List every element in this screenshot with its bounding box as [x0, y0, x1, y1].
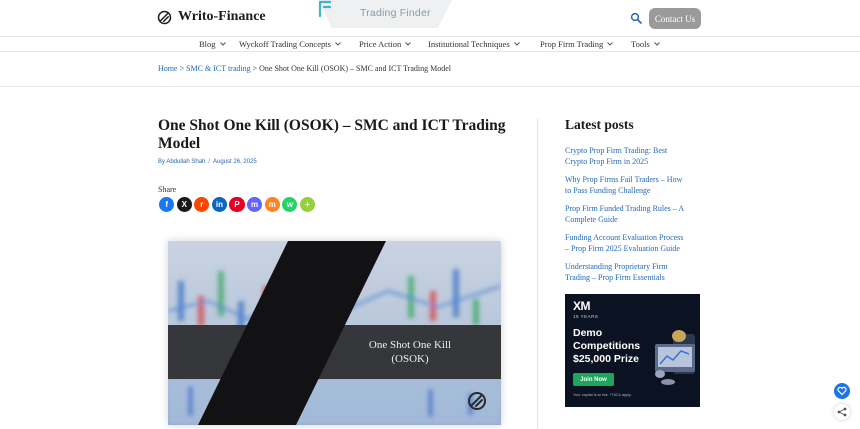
- ad-brand-logo: XM: [573, 299, 591, 313]
- x-icon: X: [181, 199, 187, 209]
- more-share-button[interactable]: +: [299, 197, 316, 213]
- facebook-icon: f: [165, 199, 168, 209]
- breadcrumb-current: One Shot One Kill (OSOK) – SMC and ICT T…: [259, 64, 451, 73]
- xm-advertisement[interactable]: XM 15 YEARS Demo Competitions $25,000 Pr…: [565, 294, 700, 407]
- featured-image: [168, 241, 501, 425]
- ad-headline: Demo Competitions $25,000 Prize: [573, 327, 668, 366]
- breadcrumb-category-link[interactable]: SMC & ICT trading: [186, 64, 251, 73]
- mastodon-icon: m: [251, 199, 259, 209]
- linkedin-icon: in: [215, 199, 223, 209]
- featured-image-art: [168, 241, 501, 425]
- share-fab-button[interactable]: [834, 404, 850, 420]
- ad-headline-line: Competitions: [573, 340, 641, 352]
- nav-item-label: Tools: [631, 39, 650, 49]
- ad-disclaimer: Your capital is at risk. *T&Cs apply.: [573, 393, 632, 397]
- nav-item-institutional[interactable]: Institutional Techniques: [428, 39, 520, 49]
- post-title-line: Why Prop Firms Fail Traders – How: [565, 175, 683, 184]
- article-title: One Shot One Kill (OSOK) – SMC and ICT T…: [158, 117, 506, 152]
- chevron-down-icon: [653, 42, 660, 46]
- caption-line-1: One Shot One Kill: [368, 339, 452, 351]
- post-title-line: Complete Guide: [565, 215, 618, 224]
- publish-date: August 26, 2025: [213, 159, 257, 165]
- post-title-line: – Prop Firm 2025 Evaluation Guide: [565, 244, 680, 253]
- latest-post-link[interactable]: Funding Account Evaluation Process – Prop…: [565, 232, 705, 254]
- mix-share-button[interactable]: m: [264, 197, 280, 213]
- reddit-share-button[interactable]: r: [194, 197, 210, 213]
- post-title-line: Crypto Prop Firm in 2025: [565, 157, 649, 166]
- sidebar-divider: [537, 118, 538, 429]
- reddit-icon: r: [200, 199, 204, 209]
- main-navigation: Blog Wyckoff Trading Concepts Price Acti…: [0, 36, 860, 52]
- more-icon: +: [305, 199, 310, 209]
- caption-line-2: (OSOK): [391, 353, 429, 365]
- join-now-button[interactable]: Join Now: [573, 373, 614, 386]
- whatsapp-share-button[interactable]: w: [282, 197, 298, 213]
- post-title-line: Funding Account Evaluation Process: [565, 233, 684, 242]
- ad-headline-line: Demo: [573, 327, 603, 339]
- heart-icon: [837, 386, 847, 396]
- chevron-down-icon: [335, 42, 341, 46]
- share-buttons: f X r in P m m w +: [159, 197, 316, 213]
- post-title-line: to Pass Funding Challenge: [565, 186, 651, 195]
- breadcrumb-home-link[interactable]: Home: [158, 64, 178, 73]
- ad-years-text: 15 YEARS: [573, 314, 599, 319]
- latest-post-link[interactable]: Why Prop Firms Fail Traders – How to Pass…: [565, 174, 705, 196]
- nav-item-price-action[interactable]: Price Action: [359, 39, 412, 49]
- facebook-share-button[interactable]: f: [159, 197, 175, 213]
- badge-text: Trading Finder: [360, 7, 431, 19]
- breadcrumb-separator: >: [177, 64, 187, 73]
- nav-item-label: Price Action: [359, 39, 402, 49]
- breadcrumb: Home > SMC & ICT trading > One Shot One …: [158, 64, 451, 73]
- logo-icon: [157, 10, 172, 24]
- share-icon: [837, 407, 847, 417]
- chevron-down-icon: [607, 42, 614, 46]
- site-logo[interactable]: Writo-Finance: [157, 9, 266, 25]
- mix-icon: m: [268, 199, 276, 209]
- chevron-down-icon: [513, 42, 520, 46]
- sidebar-title: Latest posts: [565, 117, 634, 132]
- trading-finder-badge[interactable]: Trading Finder: [318, 0, 452, 28]
- share-label: Share: [158, 185, 177, 194]
- post-title-line: Understanding Proprietary Firm: [565, 262, 668, 271]
- contact-us-button[interactable]: Contact Us: [649, 8, 701, 29]
- author-link[interactable]: By Abdullah Shah: [158, 159, 205, 165]
- nav-item-blog[interactable]: Blog: [199, 39, 226, 49]
- nav-item-label: Wyckoff Trading Concepts: [239, 39, 331, 49]
- latest-post-link[interactable]: Understanding Proprietary Firm Trading – …: [565, 261, 705, 283]
- article-meta: By Abdullah Shah / August 26, 2025: [158, 159, 257, 165]
- nav-item-label: Blog: [199, 39, 216, 49]
- latest-post-link[interactable]: Crypto Prop Firm Trading: Best Crypto Pro…: [565, 145, 705, 167]
- nav-item-tools[interactable]: Tools: [631, 39, 660, 49]
- breadcrumb-bar: Home > SMC & ICT trading > One Shot One …: [0, 52, 860, 87]
- post-title-line: Crypto Prop Firm Trading: Best: [565, 146, 668, 155]
- breadcrumb-separator: >: [250, 64, 260, 73]
- trading-finder-icon: [318, 0, 332, 18]
- linkedin-share-button[interactable]: in: [211, 197, 228, 213]
- latest-posts-list: Crypto Prop Firm Trading: Best Crypto Pro…: [565, 145, 705, 283]
- favorites-button[interactable]: [834, 383, 850, 399]
- latest-post-link[interactable]: Prop Firm Funded Trading Rules – A Comple…: [565, 203, 705, 225]
- ad-headline-line: $25,000 Prize: [573, 353, 639, 365]
- nav-item-label: Institutional Techniques: [428, 39, 510, 49]
- pinterest-share-button[interactable]: P: [229, 197, 245, 213]
- post-title-line: Trading – Prop Firm Essentials: [565, 273, 665, 282]
- nav-item-label: Prop Firm Trading: [540, 39, 604, 49]
- search-icon[interactable]: [630, 12, 642, 24]
- post-title-line: Prop Firm Funded Trading Rules – A: [565, 204, 685, 213]
- mastodon-share-button[interactable]: m: [246, 197, 263, 213]
- x-share-button[interactable]: X: [176, 197, 192, 213]
- chevron-down-icon: [405, 42, 412, 46]
- pinterest-icon: P: [234, 199, 240, 209]
- chevron-down-icon: [219, 42, 226, 46]
- nav-item-prop-firm[interactable]: Prop Firm Trading: [540, 39, 614, 49]
- whatsapp-icon: w: [286, 199, 293, 209]
- featured-image-caption: One Shot One Kill (OSOK): [355, 338, 465, 366]
- meta-separator: /: [208, 159, 211, 165]
- logo-text: Writo-Finance: [178, 9, 266, 24]
- site-header: Writo-Finance Trading Finder Contact Us: [0, 0, 860, 36]
- nav-item-wyckoff[interactable]: Wyckoff Trading Concepts: [239, 39, 341, 49]
